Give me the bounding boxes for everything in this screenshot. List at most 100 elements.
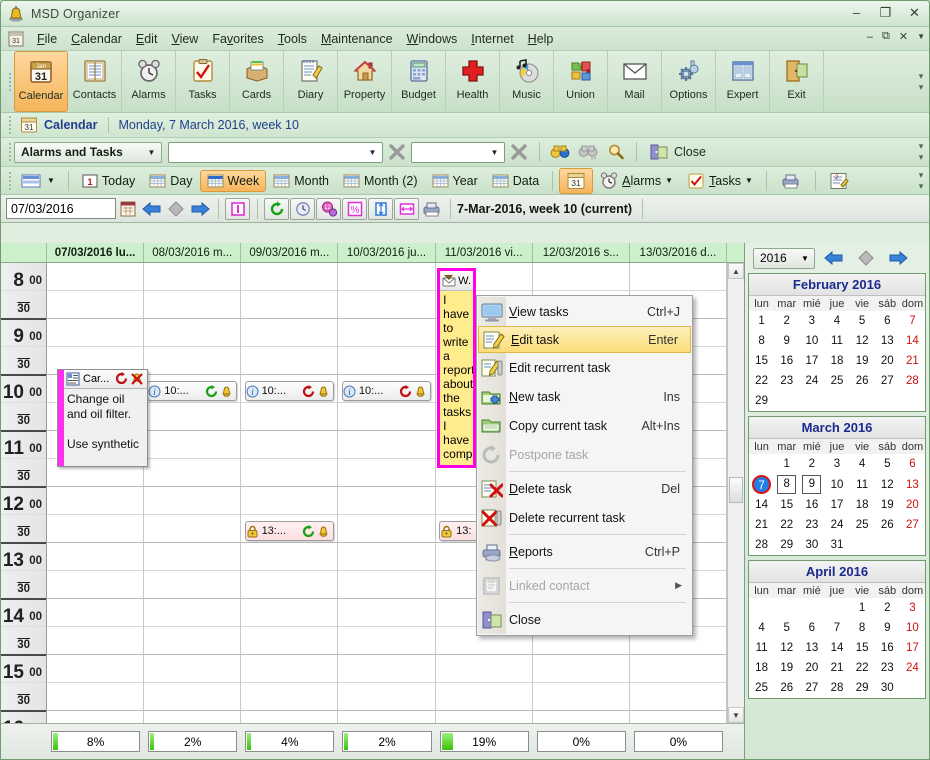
calendar-event[interactable]: 13:... [244, 521, 334, 541]
grid-cell[interactable] [435, 683, 532, 711]
grid-cell[interactable] [241, 431, 338, 459]
grid-cell[interactable] [532, 683, 629, 711]
mini-calendar-day[interactable]: 3 [824, 454, 849, 474]
toolbar-button-tasks[interactable]: Tasks [176, 51, 230, 112]
mini-calendar-day[interactable]: 7 [824, 618, 849, 638]
mini-calendar-day[interactable]: 11 [850, 474, 875, 495]
context-menu-item-copy-current-task[interactable]: Copy current task Alt+Ins [477, 411, 692, 440]
day-column-3[interactable] [241, 263, 339, 723]
grid-cell[interactable] [241, 683, 338, 711]
clear-search-button[interactable] [386, 141, 408, 163]
mini-calendar-day[interactable]: 18 [850, 495, 875, 515]
mini-calendar-title[interactable]: April 2016 [749, 561, 925, 583]
mini-calendar-day[interactable]: 25 [850, 515, 875, 535]
toolbar-button-contacts[interactable]: Contacts [68, 51, 122, 112]
scroll-up-arrow[interactable]: ▲ [728, 263, 744, 279]
grid-cell[interactable] [338, 683, 435, 711]
grid-cell[interactable] [241, 403, 338, 431]
mini-calendar-day[interactable]: 21 [900, 351, 925, 371]
toolbar-button-union[interactable]: Union [554, 51, 608, 112]
day-header-3[interactable]: 09/03/2016 m... [241, 243, 339, 262]
toolbar-button-alarms[interactable]: Alarms [122, 51, 176, 112]
grid-cell[interactable] [241, 571, 338, 599]
view-grip[interactable] [5, 179, 14, 182]
menu-item-calendar[interactable]: Calendar [64, 29, 129, 49]
grid-cell[interactable] [47, 263, 144, 291]
mdi-restore-button[interactable]: ⧉ [882, 30, 890, 43]
grid-cell[interactable] [144, 599, 241, 627]
mini-calendar-day[interactable]: 12 [774, 638, 799, 658]
grid-cell[interactable] [629, 683, 726, 711]
mini-calendar-day[interactable]: 25 [749, 678, 774, 698]
binoculars-grey-icon[interactable] [577, 141, 599, 163]
mini-calendar-day[interactable]: 7 [900, 311, 925, 331]
next-period-button[interactable] [188, 198, 212, 220]
mini-calendar-title[interactable]: March 2016 [749, 417, 925, 439]
mini-calendar-day[interactable]: 26 [850, 371, 875, 391]
context-menu-item-delete-task[interactable]: Delete task Del [477, 474, 692, 503]
grid-cell[interactable] [241, 655, 338, 683]
context-menu-item-edit-task[interactable]: Edit task Enter [478, 326, 691, 353]
grid-cell[interactable] [338, 431, 435, 459]
toolbar-grip[interactable] [5, 51, 14, 112]
grid-cell[interactable] [144, 347, 241, 375]
context-menu-item-view-tasks[interactable]: View tasks Ctrl+J [477, 297, 692, 326]
mini-calendar-day[interactable]: 22 [774, 515, 799, 535]
mini-calendar-day[interactable]: 29 [749, 391, 774, 411]
calendar-event-block[interactable]: Car... Change oil and oil filter. Use synth… [57, 369, 149, 467]
grid-cell[interactable] [241, 599, 338, 627]
mini-calendar-day[interactable]: 27 [900, 515, 925, 535]
context-menu-item-edit-recurrent-task[interactable]: Edit recurrent task [477, 353, 692, 382]
day-header-2[interactable]: 08/03/2016 m... [144, 243, 242, 262]
time12-icon[interactable]: 12 [316, 197, 341, 220]
view-overflow-button[interactable]: ▾ ▾ [915, 167, 927, 194]
grid-cell[interactable] [241, 487, 338, 515]
mini-calendar-day[interactable]: 5 [875, 454, 900, 474]
grid-cell[interactable] [144, 515, 241, 543]
calendar-event[interactable]: i 10:... [147, 381, 237, 401]
mini-calendar-day[interactable]: 2 [875, 598, 900, 618]
toolbar-button-budget[interactable]: Budget [392, 51, 446, 112]
mini-calendar-day[interactable]: 22 [749, 371, 774, 391]
grid-cell[interactable] [144, 711, 240, 723]
grid-cell[interactable] [144, 431, 241, 459]
mini-calendar-day[interactable]: 1 [774, 454, 799, 474]
mini-calendar-day[interactable]: 19 [850, 351, 875, 371]
grid-cell[interactable] [241, 711, 337, 723]
grid-cell[interactable] [436, 711, 532, 723]
grid-cell[interactable] [338, 543, 435, 571]
width-adjust-icon[interactable] [394, 197, 419, 220]
mini-calendar-day[interactable]: 19 [875, 495, 900, 515]
mini-calendar-day[interactable]: 29 [850, 678, 875, 698]
mini-calendar-title[interactable]: February 2016 [749, 274, 925, 296]
category-select[interactable]: Alarms and Tasks ▼ [14, 141, 162, 163]
grid-cell[interactable] [144, 263, 241, 291]
mini-calendar-day[interactable]: 20 [900, 495, 925, 515]
view-button-today[interactable]: 1 Today [75, 170, 142, 192]
mini-calendar-day[interactable]: 13 [799, 638, 824, 658]
mini-calendar-day[interactable]: 20 [875, 351, 900, 371]
calendar-event[interactable]: i 10:... [341, 381, 432, 401]
grid-cell[interactable] [47, 627, 144, 655]
chevron-down-icon[interactable]: ▼ [366, 148, 379, 157]
grid-cell[interactable] [47, 543, 144, 571]
menu-item-maintenance[interactable]: Maintenance [314, 29, 400, 49]
mini-calendar-day[interactable]: 21 [824, 658, 849, 678]
prev-period-button[interactable] [140, 198, 164, 220]
view-button-day[interactable]: Day [142, 170, 199, 192]
filter-overflow-button[interactable]: ▾ ▾ [915, 138, 927, 166]
percent-icon[interactable]: % [342, 197, 367, 220]
mini-calendar-day[interactable]: 5 [850, 311, 875, 331]
menu-item-windows[interactable]: Windows [400, 29, 465, 49]
toolbar-button-options[interactable]: Options [662, 51, 716, 112]
view-button-month[interactable]: Month [266, 170, 336, 192]
grid-cell[interactable] [532, 263, 629, 291]
mini-calendar-day[interactable]: 28 [900, 371, 925, 391]
mini-calendar-day[interactable]: 23 [875, 658, 900, 678]
mini-calendar-day[interactable]: 25 [824, 371, 849, 391]
grid-cell[interactable] [144, 487, 241, 515]
grid-cell[interactable] [144, 543, 241, 571]
grid-cell[interactable] [338, 487, 435, 515]
day-column-1[interactable] [47, 263, 145, 723]
mini-calendar-day[interactable]: 20 [799, 658, 824, 678]
